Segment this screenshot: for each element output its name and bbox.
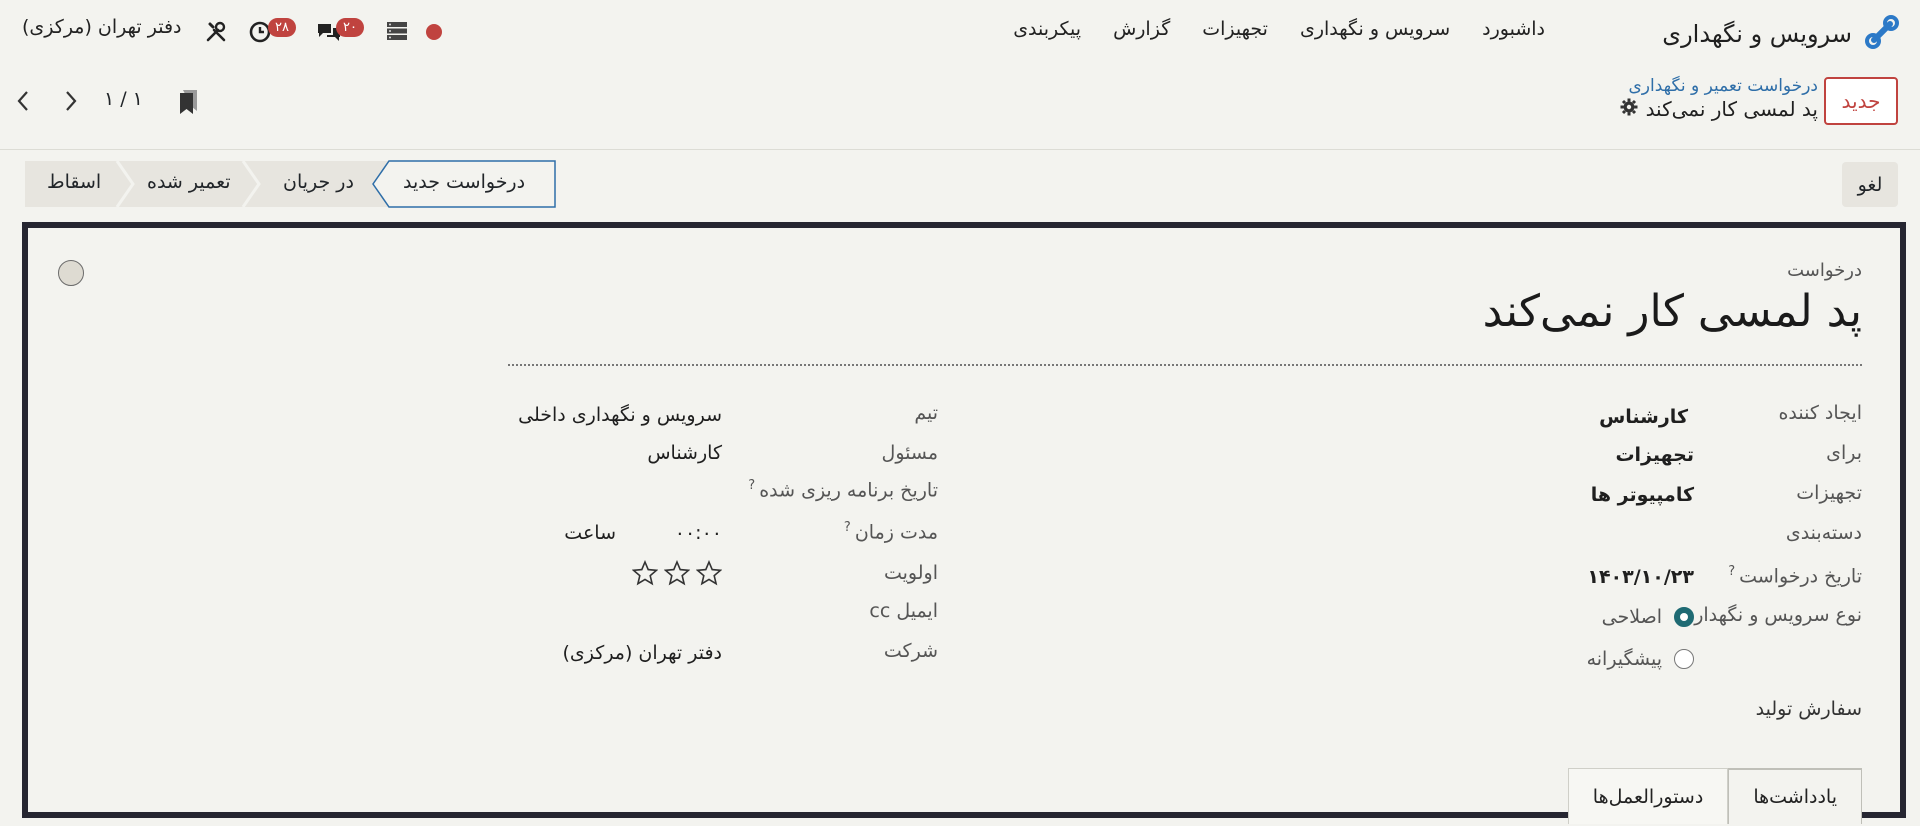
cancel-button[interactable]: لغو	[1842, 162, 1898, 207]
breadcrumb: درخواست تعمیر و نگهداری پد لمسی کار نمی‌…	[1620, 76, 1818, 121]
duration-field[interactable]: ۰۰:۰۰	[675, 522, 722, 544]
title-underline	[508, 364, 1862, 366]
duration-unit: ساعت	[564, 522, 616, 544]
radio-corrective-button[interactable]	[1674, 607, 1694, 627]
chevron-right-icon[interactable]	[60, 88, 80, 118]
created-by-field[interactable]: کارشناس	[1599, 406, 1688, 428]
request-label: درخواست	[1787, 260, 1862, 281]
request-date-field[interactable]: ۱۴۰۳/۱۰/۲۳	[1587, 566, 1694, 588]
priority-star-icon[interactable]	[663, 559, 691, 590]
stage-pipeline: اسقاط تعمیر شده در جریان درخواست جدید	[25, 160, 556, 208]
systray: دفتر تهران (مرکزی) ۲۸ ۲۰	[22, 16, 462, 48]
company-name: دفتر تهران (مرکزی)	[22, 16, 182, 38]
radio-preventive[interactable]: پیشگیرانه	[1587, 648, 1694, 670]
kanban-state-toggle[interactable]	[58, 260, 84, 286]
email-cc-label: ایمیل cc	[869, 600, 938, 622]
help-icon: ?	[843, 520, 851, 535]
activity-badge: ۲۸	[268, 17, 296, 37]
radio-preventive-button[interactable]	[1674, 649, 1694, 669]
chevron-left-icon[interactable]	[14, 88, 34, 118]
breadcrumb-parent-link[interactable]: درخواست تعمیر و نگهداری	[1620, 76, 1818, 96]
radio-corrective-label: اصلاحی	[1601, 606, 1662, 628]
equipment-field[interactable]: کامپیوتر ها	[1591, 484, 1694, 506]
priority-star-icon[interactable]	[631, 559, 659, 590]
responsible-label: مسئول	[881, 442, 938, 464]
control-panel: جدید درخواست تعمیر و نگهداری پد لمسی کار…	[0, 64, 1920, 150]
responsible-field[interactable]: کارشناس	[647, 442, 722, 464]
request-title-field[interactable]: پد لمسی کار نمی‌کند	[1483, 286, 1862, 337]
for-label: برای	[1826, 442, 1862, 464]
pager-value[interactable]: ۱ / ۱	[104, 88, 143, 110]
for-field[interactable]: تجهیزات	[1615, 444, 1694, 466]
menu-item-equipment[interactable]: تجهیزات	[1202, 18, 1268, 40]
stage-new-request[interactable]: درخواست جدید	[403, 171, 525, 193]
company-switcher[interactable]: دفتر تهران (مرکزی)	[22, 16, 182, 38]
messaging-menu[interactable]: ۲۰	[316, 14, 364, 48]
stage-scrap[interactable]: اسقاط	[47, 171, 101, 193]
form-sheet: درخواست پد لمسی کار نمی‌کند ایجاد کننده …	[22, 222, 1906, 824]
app-logo-icon	[1864, 14, 1900, 54]
radio-preventive-label: پیشگیرانه	[1586, 648, 1662, 670]
debug-tools-icon[interactable]	[204, 20, 228, 44]
activity-menu[interactable]: ۲۸	[248, 14, 296, 48]
company-field[interactable]: دفتر تهران (مرکزی)	[563, 642, 723, 664]
help-icon: ?	[1728, 564, 1736, 579]
breadcrumb-current: پد لمسی کار نمی‌کند	[1620, 97, 1818, 121]
stage-repaired[interactable]: تعمیر شده	[147, 171, 231, 193]
stage-in-progress[interactable]: در جریان	[283, 171, 354, 193]
menu-item-dashboard[interactable]: داشبورد	[1482, 18, 1545, 40]
gear-icon[interactable]	[1620, 97, 1638, 121]
help-icon: ?	[748, 478, 756, 493]
created-by-label: ایجاد کننده	[1778, 402, 1862, 424]
production-order-label: سفارش تولید	[1755, 698, 1862, 720]
tab-notes[interactable]: یادداشت‌ها	[1728, 768, 1862, 824]
top-navbar: سرویس و نگهداری داشبورد سرویس و نگهداری …	[0, 0, 1920, 64]
menu-item-reporting[interactable]: گزارش	[1113, 18, 1170, 40]
category-label: دسته‌بندی	[1785, 522, 1862, 544]
bookmark-icon[interactable]	[178, 88, 200, 120]
duration-label: مدت زمان?	[843, 520, 938, 544]
notebook-tabs: یادداشت‌ها دستورالعمل‌ها	[1567, 768, 1862, 824]
team-field[interactable]: سرویس و نگهداری داخلی	[518, 404, 722, 426]
priority-widget	[631, 559, 723, 590]
priority-label: اولویت	[883, 562, 938, 584]
tab-instructions[interactable]: دستورالعمل‌ها	[1567, 768, 1729, 824]
app-brand[interactable]: سرویس و نگهداری	[1662, 14, 1900, 54]
team-label: تیم	[914, 402, 938, 424]
presence-indicator	[426, 24, 442, 40]
company-label: شرکت	[883, 640, 938, 662]
scheduled-date-label: تاریخ برنامه ریزی شده?	[748, 478, 938, 502]
breadcrumb-current-title: پد لمسی کار نمی‌کند	[1645, 97, 1818, 121]
main-menu: داشبورد سرویس و نگهداری تجهیزات گزارش پی…	[981, 18, 1545, 40]
priority-star-icon[interactable]	[695, 559, 723, 590]
menu-item-maintenance[interactable]: سرویس و نگهداری	[1300, 18, 1450, 40]
new-button[interactable]: جدید	[1824, 77, 1898, 125]
statusbar: لغو اسقاط تعمیر شده در جریان درخواست جدی…	[0, 150, 1920, 220]
menu-item-configuration[interactable]: پیکربندی	[1013, 18, 1081, 40]
equipment-label: تجهیزات	[1796, 482, 1862, 504]
message-badge: ۲۰	[336, 17, 364, 37]
app-name: سرویس و نگهداری	[1662, 20, 1852, 48]
server-icon[interactable]	[386, 21, 408, 41]
pager: ۱ / ۱	[14, 82, 214, 122]
request-date-label: تاریخ درخواست?	[1728, 564, 1862, 588]
radio-corrective[interactable]: اصلاحی	[1602, 606, 1694, 628]
maintenance-type-label: نوع سرویس و نگهداری	[1679, 604, 1862, 626]
